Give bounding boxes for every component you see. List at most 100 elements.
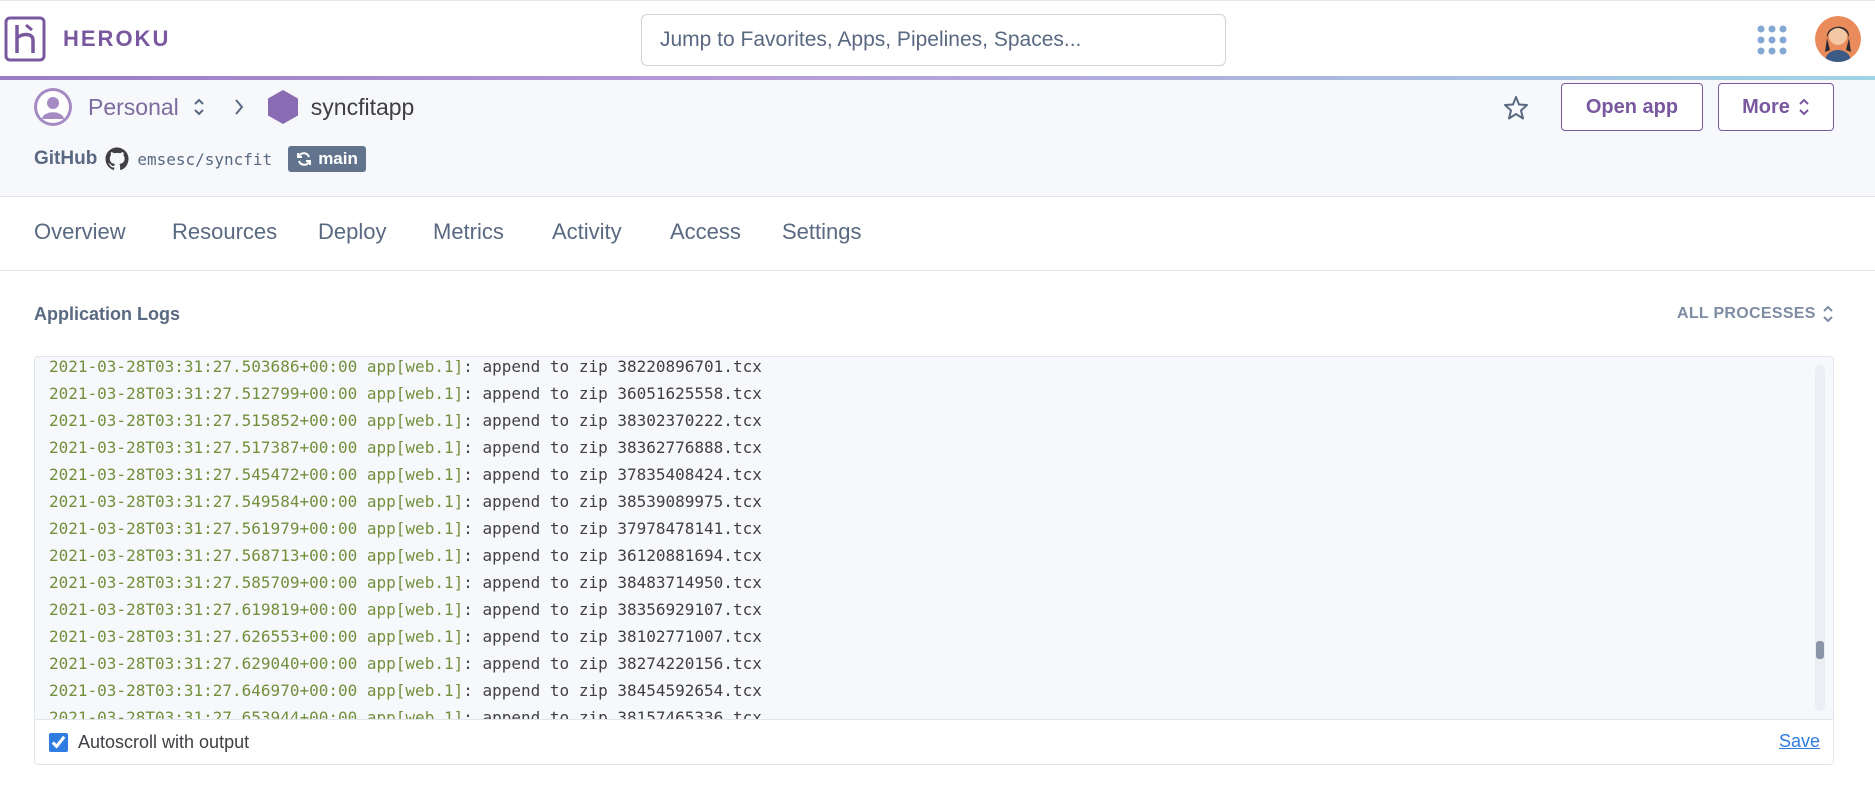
log-source: app[web.1] [366, 681, 464, 700]
chevron-updown-icon [1799, 98, 1809, 116]
log-viewer: 2021-03-28T03:31:27.503686+00:00 app[web… [34, 356, 1834, 765]
log-source: app[web.1] [366, 573, 464, 592]
log-timestamp: 2021-03-28T03:31:27.503686+00:00 [49, 357, 358, 376]
account-switcher[interactable]: Personal [88, 94, 179, 121]
log-timestamp: 2021-03-28T03:31:27.619819+00:00 [49, 600, 358, 619]
autoscroll-label: Autoscroll with output [78, 732, 250, 752]
log-timestamp: 2021-03-28T03:31:27.545472+00:00 [49, 465, 358, 484]
log-source: app[web.1] [366, 627, 464, 646]
breadcrumb: Personal syncfitapp [34, 88, 414, 126]
log-timestamp: 2021-03-28T03:31:27.568713+00:00 [49, 546, 358, 565]
favorite-star-icon[interactable] [1502, 94, 1530, 122]
log-line: 2021-03-28T03:31:27.626553+00:00 app[web… [49, 623, 762, 650]
app-tabs: Overview Resources Deploy Metrics Activi… [0, 197, 1875, 271]
chevron-right-icon [235, 99, 244, 115]
log-message: : append to zip 37978478141.tcx [463, 519, 762, 538]
log-line: 2021-03-28T03:31:27.503686+00:00 app[web… [49, 357, 762, 380]
log-source: app[web.1] [366, 519, 464, 538]
log-message: : append to zip 36120881694.tcx [463, 546, 762, 565]
log-timestamp: 2021-03-28T03:31:27.626553+00:00 [49, 627, 358, 646]
sync-icon [297, 152, 312, 166]
log-message: : append to zip 38539089975.tcx [463, 492, 762, 511]
log-line: 2021-03-28T03:31:27.585709+00:00 app[web… [49, 569, 762, 596]
log-timestamp: 2021-03-28T03:31:27.561979+00:00 [49, 519, 358, 538]
log-line: 2021-03-28T03:31:27.646970+00:00 app[web… [49, 677, 762, 704]
brand-name: HEROKU [63, 26, 171, 51]
log-message: : append to zip 36051625558.tcx [463, 384, 762, 403]
repo-provider: GitHub [34, 148, 98, 169]
log-message: : append to zip 38454592654.tcx [463, 681, 762, 700]
log-source: app[web.1] [366, 465, 464, 484]
save-link[interactable]: Save [1779, 731, 1820, 752]
process-filter-dropdown[interactable]: ALL PROCESSES [1677, 303, 1834, 325]
tab-activity[interactable]: Activity [552, 219, 622, 245]
log-message: : append to zip 38157465336.tcx [463, 708, 762, 719]
autoscroll-checkbox[interactable] [49, 733, 68, 752]
tab-settings[interactable]: Settings [782, 219, 862, 245]
apps-grid-icon[interactable] [1757, 25, 1787, 55]
heroku-home-link[interactable]: HEROKU [4, 16, 170, 62]
log-line: 2021-03-28T03:31:27.515852+00:00 app[web… [49, 407, 762, 434]
repo-name-link[interactable]: emsesc/syncfit [137, 150, 272, 169]
log-lines: 2021-03-28T03:31:27.503686+00:00 app[web… [35, 357, 1815, 719]
log-line: 2021-03-28T03:31:27.568713+00:00 app[web… [49, 542, 762, 569]
log-timestamp: 2021-03-28T03:31:27.515852+00:00 [49, 411, 358, 430]
log-line: 2021-03-28T03:31:27.545472+00:00 app[web… [49, 461, 762, 488]
log-source: app[web.1] [366, 492, 464, 511]
log-scrollbar[interactable] [1815, 365, 1825, 711]
tab-resources[interactable]: Resources [172, 219, 277, 245]
log-source: app[web.1] [366, 546, 464, 565]
log-message: : append to zip 38362776888.tcx [463, 438, 762, 457]
log-source: app[web.1] [366, 438, 464, 457]
log-message: : append to zip 38302370222.tcx [463, 411, 762, 430]
top-navbar: HEROKU [0, 0, 1875, 77]
github-icon [105, 147, 129, 171]
log-timestamp: 2021-03-28T03:31:27.653944+00:00 [49, 708, 358, 719]
tab-access[interactable]: Access [670, 219, 741, 245]
log-source: app[web.1] [366, 600, 464, 619]
app-header: Personal syncfitapp GitHub emsesc/syncfi… [0, 80, 1875, 197]
tab-deploy[interactable]: Deploy [318, 219, 386, 245]
log-footer: Autoscroll with output Save [35, 719, 1833, 764]
logs-title: Application Logs [34, 304, 180, 324]
log-timestamp: 2021-03-28T03:31:27.629040+00:00 [49, 654, 358, 673]
log-timestamp: 2021-03-28T03:31:27.549584+00:00 [49, 492, 358, 511]
log-message: : append to zip 38483714950.tcx [463, 573, 762, 592]
chevron-updown-icon [1823, 305, 1833, 323]
repo-info: GitHub emsesc/syncfit main [34, 144, 366, 174]
chevron-updown-icon[interactable] [193, 97, 205, 117]
log-source: app[web.1] [366, 411, 464, 430]
user-avatar[interactable] [1815, 16, 1861, 62]
log-timestamp: 2021-03-28T03:31:27.517387+00:00 [49, 438, 358, 457]
process-filter-label: ALL PROCESSES [1677, 305, 1816, 322]
log-line: 2021-03-28T03:31:27.549584+00:00 app[web… [49, 488, 762, 515]
heroku-logo-icon [4, 16, 46, 62]
log-message: : append to zip 38102771007.tcx [463, 627, 762, 646]
branch-name: main [318, 149, 358, 168]
log-timestamp: 2021-03-28T03:31:27.646970+00:00 [49, 681, 358, 700]
log-source: app[web.1] [366, 384, 464, 403]
autoscroll-toggle[interactable]: Autoscroll with output [49, 732, 249, 753]
log-timestamp: 2021-03-28T03:31:27.585709+00:00 [49, 573, 358, 592]
more-button[interactable]: More [1718, 83, 1834, 131]
log-scrollbar-thumb[interactable] [1816, 641, 1824, 659]
log-source: app[web.1] [366, 708, 464, 719]
log-line: 2021-03-28T03:31:27.629040+00:00 app[web… [49, 650, 762, 677]
log-source: app[web.1] [366, 357, 464, 376]
log-line: 2021-03-28T03:31:27.653944+00:00 app[web… [49, 704, 762, 719]
log-message: : append to zip 37835408424.tcx [463, 465, 762, 484]
search-input[interactable] [641, 14, 1226, 66]
open-app-button[interactable]: Open app [1561, 83, 1703, 131]
tab-overview[interactable]: Overview [34, 219, 126, 245]
log-line: 2021-03-28T03:31:27.619819+00:00 app[web… [49, 596, 762, 623]
tab-metrics[interactable]: Metrics [433, 219, 504, 245]
log-message: : append to zip 38356929107.tcx [463, 600, 762, 619]
app-hexagon-icon [267, 90, 298, 124]
log-source: app[web.1] [366, 654, 464, 673]
log-line: 2021-03-28T03:31:27.512799+00:00 app[web… [49, 380, 762, 407]
branch-badge: main [288, 146, 366, 172]
log-line: 2021-03-28T03:31:27.561979+00:00 app[web… [49, 515, 762, 542]
log-message: : append to zip 38220896701.tcx [463, 357, 762, 376]
personal-account-icon[interactable] [34, 88, 72, 126]
log-line: 2021-03-28T03:31:27.517387+00:00 app[web… [49, 434, 762, 461]
